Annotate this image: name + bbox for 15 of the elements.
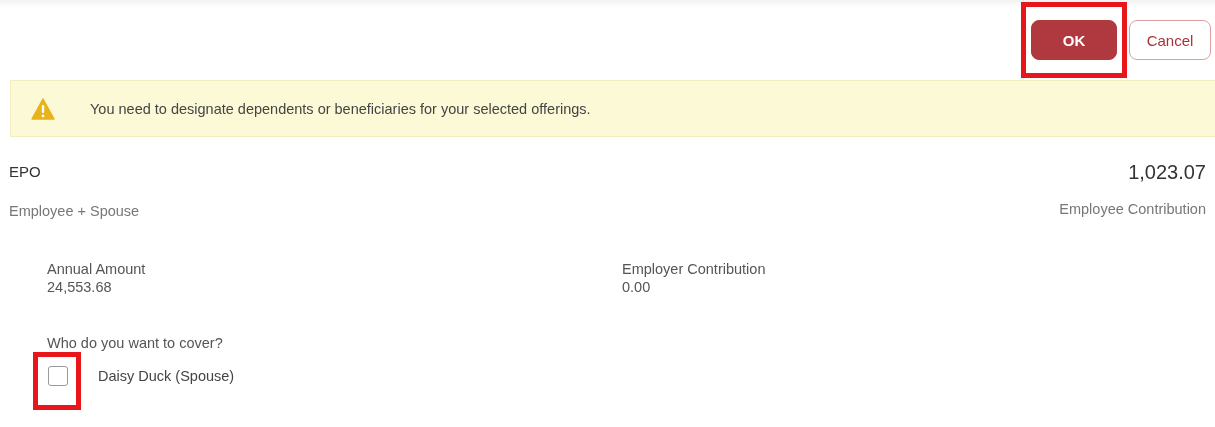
detail-label: Employer Contribution <box>622 261 767 277</box>
cancel-button[interactable]: Cancel <box>1129 20 1211 60</box>
coverage-level: Employee + Spouse <box>9 203 140 219</box>
detail-value: 24,553.68 <box>47 279 113 295</box>
plan-name: EPO <box>9 162 42 182</box>
checkbox[interactable] <box>48 366 68 386</box>
detail-label: Annual Amount <box>47 261 147 277</box>
contribution-label: Employee Contribution <box>1059 201 1206 217</box>
detail-value: 0.00 <box>622 279 652 295</box>
contribution-amount: 1,023.07 <box>1128 161 1206 185</box>
coverage-question: Who do you want to cover? <box>47 335 224 351</box>
ok-button[interactable]: OK <box>1031 20 1117 60</box>
warning-message: You need to designate dependents or beneficiaries for your selected offerings. <box>90 100 591 117</box>
dependent-name: Daisy Duck (Spouse) <box>98 368 235 384</box>
warning-icon <box>31 97 55 120</box>
